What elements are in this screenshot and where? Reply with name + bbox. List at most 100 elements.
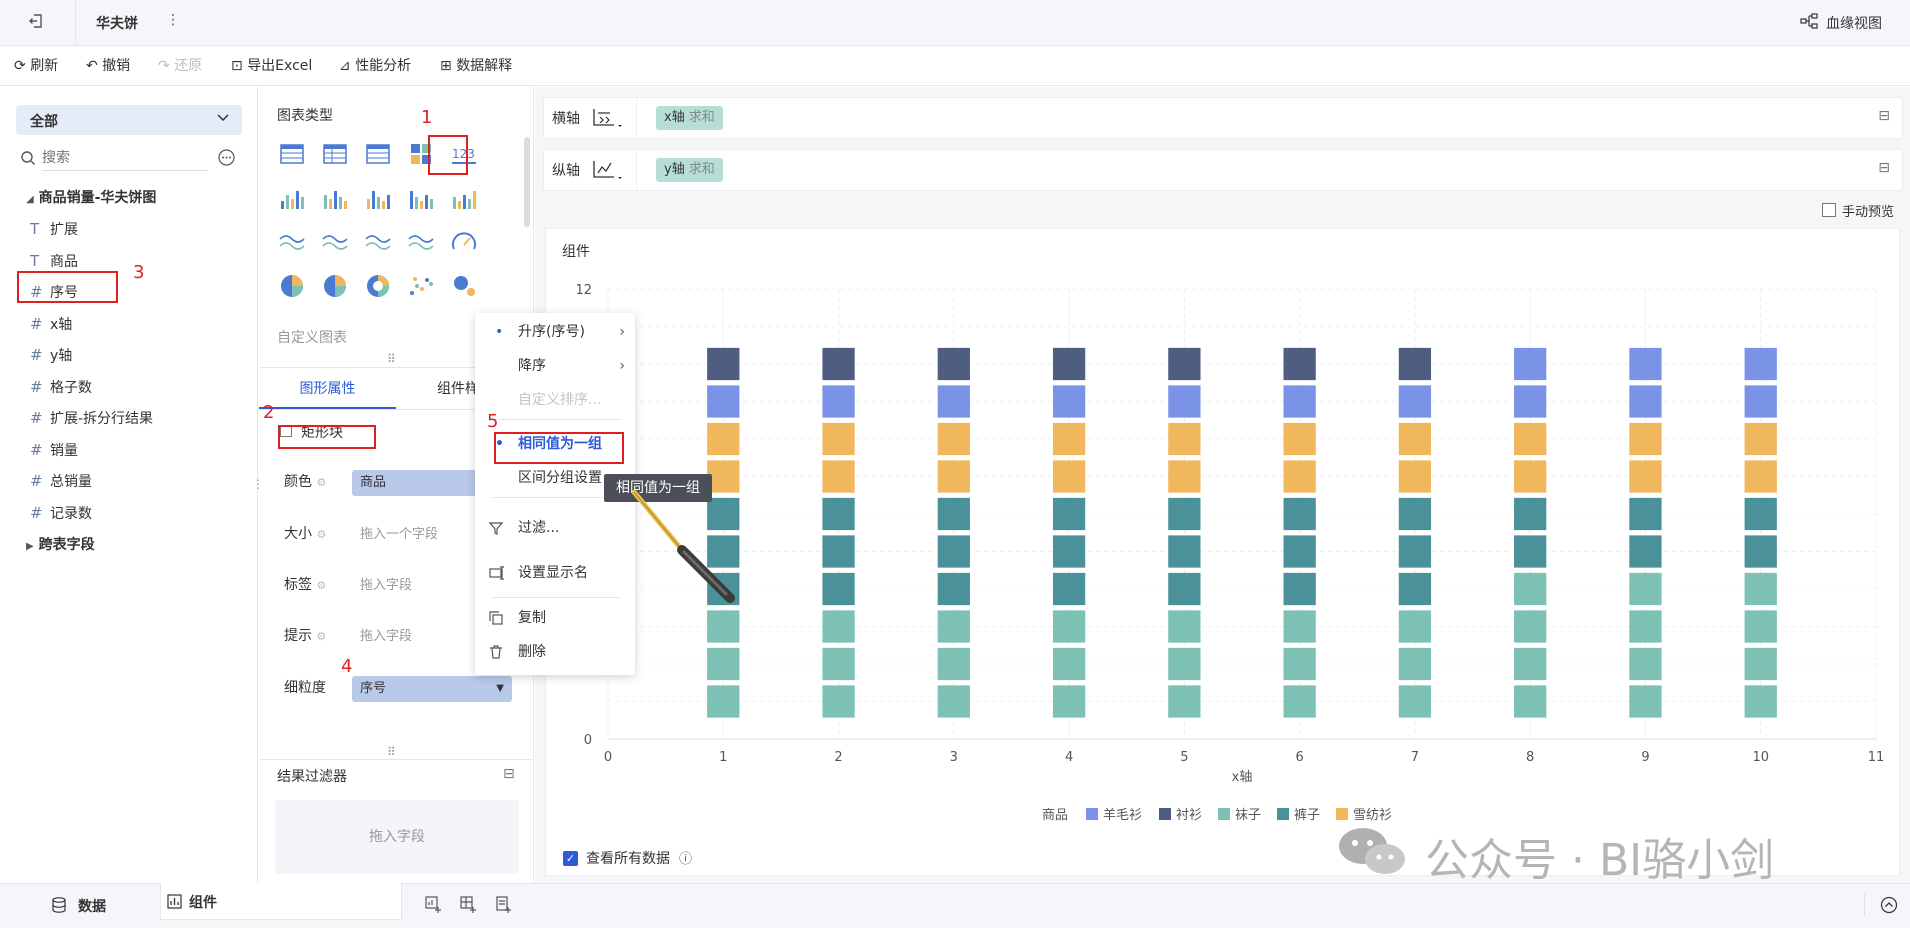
- cross-table-node[interactable]: ▶ 跨表字段: [26, 532, 95, 558]
- panel-resize-handle[interactable]: ⋮: [252, 477, 264, 491]
- bar-chart-icon[interactable]: [363, 183, 393, 213]
- x-tick-label: 8: [1526, 750, 1534, 765]
- radar-chart-icon[interactable]: [363, 227, 393, 257]
- waffle-cell: [1744, 685, 1777, 718]
- waffle-cell: [1168, 385, 1201, 418]
- stacked-bar-icon[interactable]: [449, 183, 479, 213]
- area-chart-icon[interactable]: [406, 227, 436, 257]
- pie-chart-icon[interactable]: [277, 271, 307, 301]
- menu-item-copy[interactable]: 复制: [475, 603, 635, 633]
- caret-down-icon[interactable]: ▼: [496, 676, 504, 702]
- x-axis-field-pill[interactable]: x轴 求和: [656, 106, 723, 130]
- menu-item-display-name[interactable]: 设置显示名: [475, 558, 635, 588]
- drag-handle-icon[interactable]: ⠿: [387, 352, 396, 366]
- menu-item-delete[interactable]: 删除: [475, 637, 635, 667]
- info-icon[interactable]: ⓘ: [679, 848, 692, 867]
- line-chart-icon[interactable]: [277, 227, 307, 257]
- drag-handle-icon[interactable]: ⠿: [387, 745, 396, 759]
- donut-chart-icon[interactable]: [363, 271, 393, 301]
- field-item[interactable]: # 格子数: [30, 374, 92, 400]
- redo-button[interactable]: ↷ 还原: [158, 46, 202, 86]
- field-item[interactable]: # 记录数: [30, 500, 92, 526]
- more-options-icon[interactable]: [218, 149, 235, 166]
- manual-preview-checkbox[interactable]: [1822, 203, 1836, 217]
- lock-icon[interactable]: ⊟: [1878, 108, 1890, 124]
- menu-item-custom-sort[interactable]: 自定义排序...: [475, 385, 635, 415]
- filter-icon: [489, 513, 503, 543]
- settings-icon[interactable]: ⚙: [316, 579, 326, 592]
- menu-item-filter[interactable]: 过滤...: [475, 513, 635, 543]
- undo-button[interactable]: ↶ 撤销: [86, 46, 130, 86]
- table-dropdown[interactable]: 全部: [16, 105, 242, 135]
- tab-data[interactable]: 数据: [0, 884, 160, 928]
- y-axis-type-icon[interactable]: [592, 159, 622, 181]
- waffle-cell: [1398, 497, 1432, 531]
- table-node[interactable]: ◢ 商品销量-华夫饼图: [26, 185, 156, 211]
- waffle-cell: [1398, 385, 1432, 418]
- waffle-cell: [1514, 685, 1547, 718]
- y-axis-field-pill[interactable]: y轴 求和: [656, 158, 723, 182]
- radar-line-icon[interactable]: [320, 227, 350, 257]
- search-icon: [20, 150, 36, 166]
- trash-icon: [489, 637, 503, 667]
- field-item[interactable]: T 商品: [30, 248, 78, 274]
- scatter-plot-icon[interactable]: [406, 271, 436, 301]
- field-item[interactable]: # 总销量: [30, 468, 92, 494]
- waffle-cell: [1283, 610, 1316, 643]
- multi-bar-icon[interactable]: [320, 183, 350, 213]
- performance-analysis-button[interactable]: ⊿ 性能分析: [339, 46, 411, 86]
- lineage-view-button[interactable]: 血缘视图: [1826, 13, 1882, 33]
- data-explain-button[interactable]: ⊞ 数据解释: [440, 46, 512, 86]
- waffle-cell: [1744, 422, 1777, 456]
- filter-lock-icon[interactable]: ⊟: [503, 766, 515, 782]
- custom-chart-label[interactable]: 自定义图表: [277, 327, 347, 347]
- add-report-icon[interactable]: [495, 896, 512, 913]
- settings-icon[interactable]: ⚙: [316, 528, 326, 541]
- waffle-cell: [822, 347, 855, 381]
- waffle-cell: [1398, 647, 1432, 681]
- grouped-bar-icon[interactable]: [277, 183, 307, 213]
- export-excel-button[interactable]: ⊡ 导出Excel: [231, 46, 312, 86]
- menu-item-asc-sort[interactable]: • 升序(序号) ›: [475, 317, 635, 347]
- field-label: 总销量: [50, 474, 92, 490]
- menu-item-desc-sort[interactable]: 降序 ›: [475, 351, 635, 381]
- multi-pie-icon[interactable]: [320, 271, 350, 301]
- field-item[interactable]: # x轴: [30, 311, 72, 337]
- horizontal-bar-icon[interactable]: [406, 183, 436, 213]
- wechat-logo-icon: [1339, 828, 1405, 874]
- gauge-icon[interactable]: [449, 227, 479, 257]
- more-icon[interactable]: ⋮: [166, 12, 180, 28]
- lineage-icon[interactable]: [1800, 13, 1818, 29]
- detail-table-icon[interactable]: [363, 139, 393, 169]
- view-all-checkbox[interactable]: ✓: [563, 851, 578, 866]
- waffle-cell: [1744, 535, 1777, 568]
- collapse-up-icon[interactable]: [1880, 896, 1898, 914]
- cross-table-icon[interactable]: [320, 139, 350, 169]
- x-axis-type-icon[interactable]: [592, 107, 622, 129]
- result-filter-drop-zone[interactable]: 拖入字段: [275, 800, 519, 874]
- field-item[interactable]: # 销量: [30, 437, 78, 463]
- bubble-chart-icon[interactable]: [449, 271, 479, 301]
- field-item[interactable]: T 扩展: [30, 216, 78, 242]
- tab-graphic-props[interactable]: 图形属性: [259, 369, 396, 409]
- waffle-cell: [1514, 385, 1547, 418]
- export-icon: ⊡: [231, 58, 243, 74]
- number-field-icon: #: [30, 503, 43, 522]
- settings-icon[interactable]: ⚙: [316, 630, 326, 643]
- tab-component[interactable]: 组件: [160, 883, 402, 920]
- field-item[interactable]: # y轴: [30, 342, 72, 368]
- waffle-cell: [1168, 422, 1201, 456]
- settings-icon[interactable]: ⚙: [316, 476, 326, 489]
- search-input[interactable]: [42, 145, 208, 171]
- add-dashboard-icon[interactable]: [460, 896, 477, 913]
- add-component-icon[interactable]: [425, 896, 442, 913]
- lock-icon[interactable]: ⊟: [1878, 160, 1890, 176]
- field-item[interactable]: # 扩展-拆分行结果: [30, 405, 153, 431]
- granularity-field-box[interactable]: 序号 ▼: [352, 676, 512, 702]
- refresh-button[interactable]: ⟳ 刷新: [14, 46, 58, 86]
- waffle-cell: [1514, 610, 1547, 643]
- label-label: 标签 ⚙: [284, 577, 327, 593]
- table-icon[interactable]: [277, 139, 307, 169]
- exit-icon[interactable]: [28, 13, 44, 29]
- scrollbar[interactable]: [524, 137, 530, 227]
